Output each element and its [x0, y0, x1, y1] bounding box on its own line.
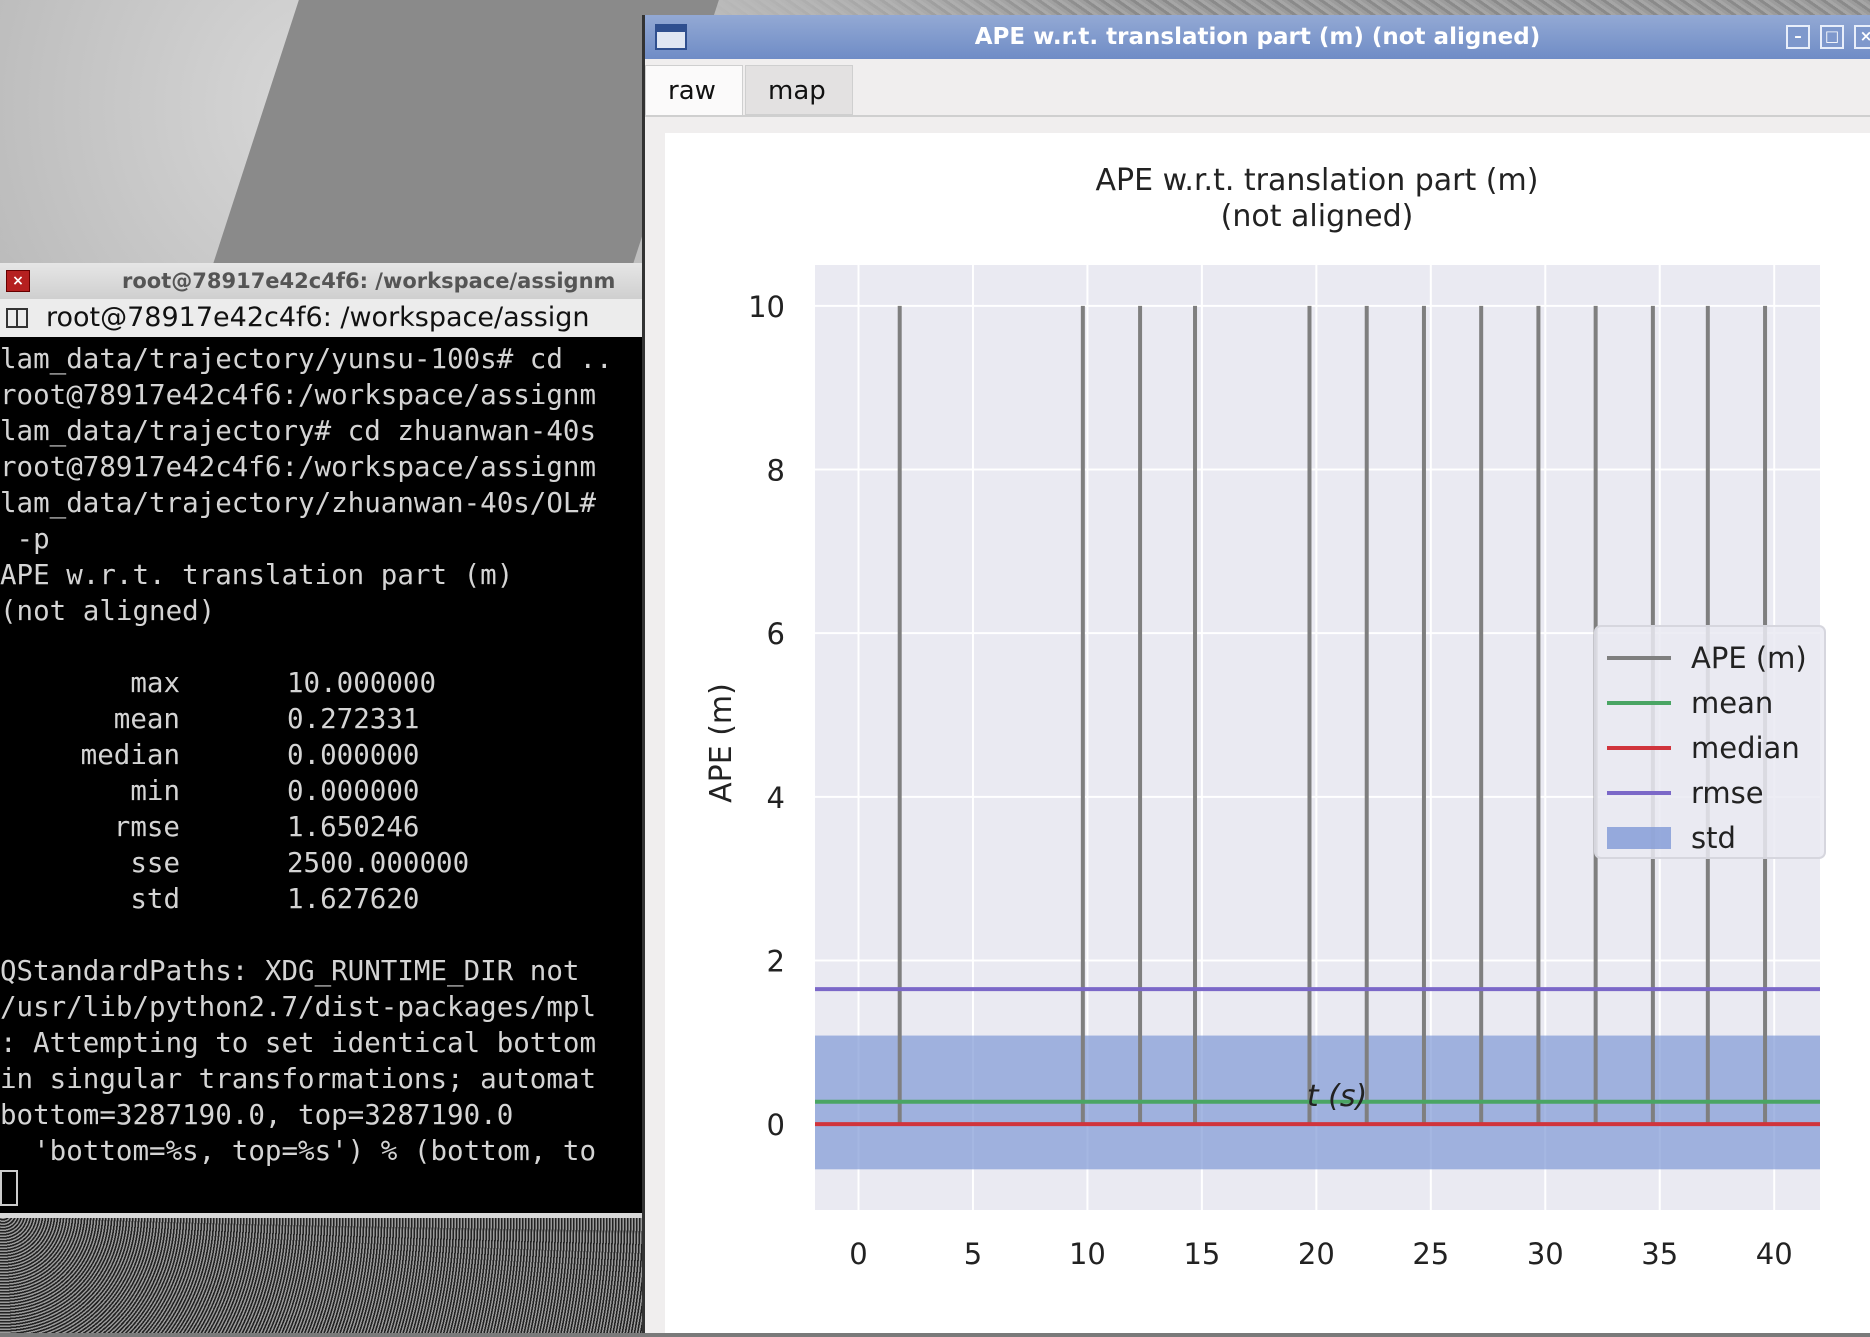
- legend-label: median: [1691, 731, 1800, 765]
- x-tick-label: 40: [1756, 1237, 1793, 1271]
- stat-name: mean: [113, 703, 180, 735]
- stat-row-std: std 1.627620: [0, 881, 650, 917]
- x-tick-label: 10: [1069, 1237, 1106, 1271]
- figure-canvas[interactable]: 0 5 10 15 20 25 30 35 40 0 2 4 6 8 10 APE w.r.t. trans…: [665, 133, 1870, 1333]
- terminal-output[interactable]: lam_data/trajectory/yunsu-100s# cd .. roo…: [0, 337, 650, 1169]
- stat-value: 10.000000: [287, 667, 437, 699]
- stat-row-rmse: rmse 1.650246: [0, 809, 650, 845]
- background-noise: [0, 1210, 650, 1333]
- terminal-line: root@78917e42c4f6:/workspace/assignm: [0, 451, 597, 483]
- stat-name: max: [130, 667, 180, 699]
- stat-name: rmse: [113, 811, 180, 843]
- close-icon[interactable]: ×: [1854, 25, 1870, 49]
- y-tick-label: 4: [767, 781, 785, 815]
- x-tick-label: 30: [1527, 1237, 1564, 1271]
- y-tick-label: 2: [767, 944, 785, 978]
- terminal-line: (not aligned): [0, 595, 216, 627]
- terminal-line: 'bottom=%s, top=%s') % (bottom, to: [0, 1135, 597, 1167]
- terminal-line: /usr/lib/python2.7/dist-packages/mpl: [0, 991, 597, 1023]
- terminal-title: root@78917e42c4f6: /workspace/assignm: [122, 269, 616, 293]
- stat-row-median: median 0.000000: [0, 737, 650, 773]
- x-tick-label: 25: [1412, 1237, 1449, 1271]
- x-tick-label: 0: [849, 1237, 867, 1271]
- legend-label: std: [1691, 821, 1736, 855]
- stat-value: 2500.000000: [287, 847, 470, 879]
- x-tick-label: 20: [1298, 1237, 1335, 1271]
- legend-label: rmse: [1691, 776, 1764, 810]
- stat-row-sse: sse 2500.000000: [0, 845, 650, 881]
- terminal-titlebar[interactable]: × root@78917e42c4f6: /workspace/assignm: [0, 263, 650, 299]
- y-axis-label: APE (m): [704, 683, 739, 803]
- ape-chart: 0 5 10 15 20 25 30 35 40 0 2 4 6 8 10 APE w.r.t. trans…: [704, 163, 1826, 1271]
- stat-value: 1.650246: [287, 811, 420, 843]
- stat-name: median: [80, 739, 180, 771]
- x-tick-label: 5: [964, 1237, 982, 1271]
- terminal-line: lam_data/trajectory/zhuanwan-40s/OL#: [0, 487, 597, 519]
- stat-row-mean: mean 0.272331: [0, 701, 650, 737]
- terminal-line: QStandardPaths: XDG_RUNTIME_DIR not: [0, 955, 580, 987]
- stat-value: 0.272331: [287, 703, 420, 735]
- terminal-line: lam_data/trajectory# cd zhuanwan-40s: [0, 415, 597, 447]
- legend-label: mean: [1691, 686, 1773, 720]
- chart-title: APE w.r.t. translation part (m): [1096, 163, 1539, 198]
- stat-name: min: [130, 775, 180, 807]
- legend-label: APE (m): [1691, 641, 1807, 675]
- stat-name: std: [130, 883, 180, 915]
- window-icon: [655, 24, 687, 50]
- plot-tabs: raw map: [645, 63, 1870, 117]
- y-tick-label: 10: [748, 290, 785, 324]
- plot-window-title: APE w.r.t. translation part (m) (not ali…: [974, 24, 1541, 50]
- terminal-cursor: [0, 1170, 18, 1206]
- x-tick-label: 35: [1641, 1237, 1678, 1271]
- tab-map[interactable]: map: [745, 65, 853, 115]
- tab-raw[interactable]: raw: [645, 65, 743, 115]
- y-tick-label: 8: [767, 454, 785, 488]
- legend-swatch-std: [1607, 827, 1671, 849]
- stat-value: 0.000000: [287, 775, 420, 807]
- maximize-icon[interactable]: □: [1820, 25, 1844, 49]
- chart-subtitle: (not aligned): [1221, 199, 1414, 234]
- terminal-line: -p: [0, 523, 50, 555]
- stat-value: 0.000000: [287, 739, 420, 771]
- stat-row-min: min 0.000000: [0, 773, 650, 809]
- y-tick-label: 0: [767, 1108, 785, 1142]
- minimize-icon[interactable]: –: [1786, 25, 1810, 49]
- plot-window[interactable]: APE w.r.t. translation part (m) (not ali…: [645, 15, 1870, 1333]
- stat-row-max: max 10.000000: [0, 665, 650, 701]
- terminal-tab[interactable]: root@78917e42c4f6: /workspace/assign: [0, 299, 650, 337]
- chart-legend: APE (m) mean median rmse std: [1594, 625, 1826, 859]
- stat-value: 1.627620: [287, 883, 420, 915]
- terminal-line: bottom=3287190.0, top=3287190.0: [0, 1099, 514, 1131]
- x-axis-label: t (s): [1307, 1079, 1367, 1114]
- terminal-tab-label: root@78917e42c4f6: /workspace/assign: [46, 302, 590, 333]
- terminal-line: lam_data/trajectory/yunsu-100s# cd ..: [0, 343, 613, 375]
- terminal-tab-icon: [6, 308, 28, 328]
- terminal-line: in singular transformations; automat: [0, 1063, 597, 1095]
- terminal-close-icon[interactable]: ×: [6, 270, 30, 292]
- x-tick-label: 15: [1183, 1237, 1220, 1271]
- terminal-line: : Attempting to set identical bottom: [0, 1027, 597, 1059]
- terminal-line: root@78917e42c4f6:/workspace/assignm: [0, 379, 597, 411]
- y-tick-label: 6: [767, 617, 785, 651]
- terminal-line: APE w.r.t. translation part (m): [0, 559, 514, 591]
- terminal-window[interactable]: × root@78917e42c4f6: /workspace/assignm …: [0, 263, 650, 1218]
- stat-name: sse: [130, 847, 180, 879]
- road-image: [211, 0, 719, 270]
- plot-window-titlebar[interactable]: APE w.r.t. translation part (m) (not ali…: [645, 15, 1870, 59]
